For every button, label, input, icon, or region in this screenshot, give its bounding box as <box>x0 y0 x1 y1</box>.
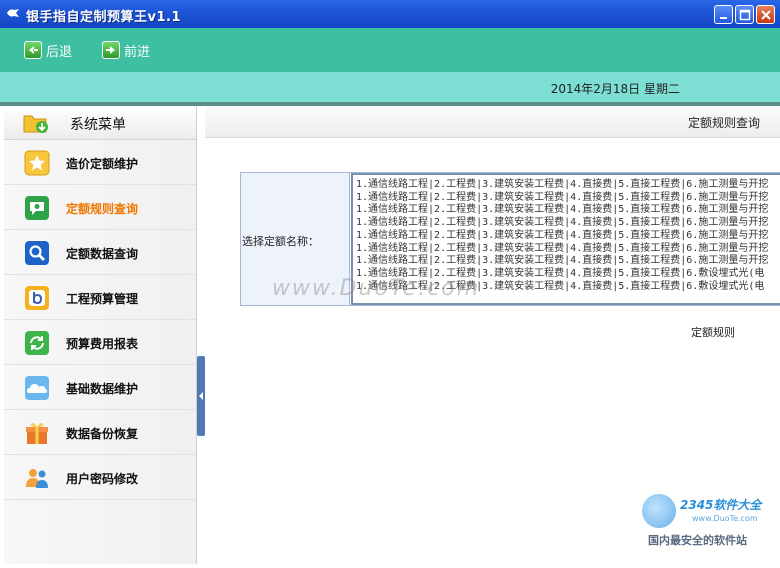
close-button[interactable] <box>756 5 775 24</box>
current-date: 2014年2月18日 星期二 <box>550 82 680 96</box>
maximize-icon <box>739 9 751 21</box>
list-item[interactable]: 1.通信线路工程|2.工程费|3.建筑安装工程费|4.直接费|5.直接工程费|6… <box>356 217 780 230</box>
sidebar-item-rule-query[interactable]: 定额规则查询 <box>4 185 196 230</box>
sidebar-item-label: 用户密码修改 <box>66 472 139 486</box>
back-arrow-icon <box>24 41 42 59</box>
sidebar: 系统菜单 造价定额维护 定额规则查询 定额数据查询 工程预算管理 预算费用报表 … <box>4 106 197 564</box>
main-header: 定额规则查询 <box>205 106 780 138</box>
sidebar-item-label: 预算费用报表 <box>66 337 139 351</box>
list-item[interactable]: 1.通信线路工程|2.工程费|3.建筑安装工程费|4.直接费|5.直接工程费|6… <box>356 179 780 192</box>
list-item[interactable]: 1.通信线路工程|2.工程费|3.建筑安装工程费|4.直接费|5.直接工程费|6… <box>356 192 780 205</box>
watermark-brand: 2345软件大全 <box>680 498 762 512</box>
sidebar-collapse-handle[interactable] <box>197 356 205 436</box>
page-title: 定额规则查询 <box>687 116 760 130</box>
list-item[interactable]: 1.通信线路工程|2.工程费|3.建筑安装工程费|4.直接费|5.直接工程费|6… <box>356 230 780 243</box>
sidebar-item-label: 数据备份恢复 <box>66 427 139 441</box>
users-icon <box>26 469 48 488</box>
folder-download-icon <box>23 115 48 133</box>
cloud-icon <box>25 376 49 400</box>
app-icon <box>7 9 19 17</box>
sidebar-item-label: 造价定额维护 <box>66 157 139 171</box>
forward-label: 前进 <box>124 44 151 60</box>
star-icon <box>24 150 50 176</box>
maximize-button[interactable] <box>735 5 754 24</box>
back-button[interactable]: 后退 <box>24 40 72 60</box>
sidebar-header: 系统菜单 <box>4 106 196 140</box>
sidebar-item-base-data[interactable]: 基础数据维护 <box>4 365 196 410</box>
forward-button[interactable]: 前进 <box>102 40 150 60</box>
minimize-icon <box>720 17 727 19</box>
sidebar-item-label: 基础数据维护 <box>66 382 139 396</box>
title-bar[interactable]: 银手指自定制预算王v1.1 <box>0 0 780 28</box>
watermark-center: www.DuoTe.com <box>272 276 481 301</box>
sidebar-item-label: 定额规则查询 <box>66 202 139 216</box>
sidebar-item-label: 工程预算管理 <box>66 292 139 306</box>
list-item[interactable]: 1.通信线路工程|2.工程费|3.建筑安装工程费|4.直接费|5.直接工程费|6… <box>356 204 780 217</box>
rules-label: 定额规则 <box>691 326 735 339</box>
minimize-button[interactable] <box>714 5 733 24</box>
sidebar-item-backup-restore[interactable]: 数据备份恢复 <box>4 410 196 455</box>
list-item[interactable]: 1.通信线路工程|2.工程费|3.建筑安装工程费|4.直接费|5.直接工程费|6… <box>356 243 780 256</box>
watermark-logo: 2345软件大全 www.DuoTe.com 国内最安全的软件站 <box>640 492 776 548</box>
watermark-slogan: 国内最安全的软件站 <box>648 534 747 547</box>
magnifier-icon <box>25 241 49 265</box>
close-icon <box>761 10 771 20</box>
sidebar-item-quota-maintenance[interactable]: 造价定额维护 <box>4 140 196 185</box>
field-label: 选择定额名称： <box>242 235 319 248</box>
sidebar-item-data-query[interactable]: 定额数据查询 <box>4 230 196 275</box>
back-label: 后退 <box>46 44 73 60</box>
sidebar-header-title: 系统菜单 <box>70 117 126 133</box>
mascot-icon <box>642 494 676 528</box>
sidebar-item-label: 定额数据查询 <box>66 247 139 261</box>
sidebar-item-budget-management[interactable]: 工程预算管理 <box>4 275 196 320</box>
list-item[interactable]: 1.通信线路工程|2.工程费|3.建筑安装工程费|4.直接费|5.直接工程费|6… <box>356 255 780 268</box>
window-title: 银手指自定制预算王v1.1 <box>26 10 182 25</box>
chevron-left-icon <box>199 392 203 400</box>
sidebar-item-change-password[interactable]: 用户密码修改 <box>4 455 196 500</box>
watermark-url: www.DuoTe.com <box>692 514 758 523</box>
sidebar-item-cost-report[interactable]: 预算费用报表 <box>4 320 196 365</box>
toolbar: 后退 前进 <box>0 28 780 72</box>
gift-icon <box>26 423 48 444</box>
date-bar: 2014年2月18日 星期二 <box>0 72 780 102</box>
letter-b-icon <box>25 286 49 310</box>
refresh-icon <box>25 331 49 355</box>
speech-bubble-icon <box>25 196 49 220</box>
forward-arrow-icon <box>102 41 120 59</box>
